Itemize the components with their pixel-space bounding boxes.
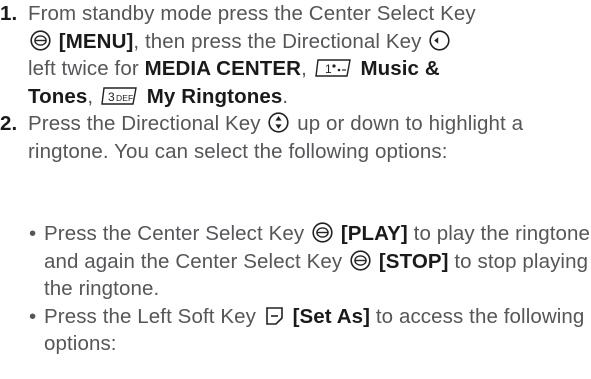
key-3-def-icon: 3 DEF — [101, 86, 139, 106]
step-1-line-3: left twice for MEDIA CENTER, 1 Music & — [28, 55, 585, 83]
key-1-icon: 1 — [314, 58, 353, 78]
option-list: • Press the Center Select Key [PLAY] to … — [28, 220, 591, 358]
directional-updown-key-icon — [268, 112, 290, 133]
center-select-key-icon — [350, 249, 371, 271]
bullet-dot: • — [29, 304, 37, 328]
step-2: 2. Press the Directional Key up or down … — [0, 110, 585, 165]
bullet-text: Press the Center Select Key — [44, 222, 305, 245]
directional-left-key-icon — [429, 29, 450, 51]
step-text: From standby mode press the Center Selec… — [28, 2, 476, 25]
step-text: , then press the Directional Key — [133, 29, 422, 53]
step-text: , — [87, 84, 94, 108]
step-text: . — [282, 84, 289, 108]
center-select-key-icon — [30, 29, 51, 51]
key-3-letters: DEF — [116, 93, 133, 103]
step-number: 1. — [0, 2, 18, 25]
step-number: 2. — [0, 112, 18, 135]
step-text: Press the Directional Key — [28, 112, 261, 135]
set-as-key-label: [Set As] — [292, 304, 371, 328]
play-key-label: [PLAY] — [340, 222, 408, 245]
list-item: • Press the Left Soft Key [Set As] to ac… — [28, 303, 591, 358]
step-text: left twice for — [28, 57, 139, 81]
step-1-line-1: From standby mode press the Center Selec… — [28, 0, 585, 28]
key-1-digit: 1 — [325, 62, 332, 76]
step-1-line-2: [MENU], then press the Directional Key — [28, 28, 585, 56]
stop-key-label: [STOP] — [378, 249, 449, 273]
bullet-dot: • — [29, 222, 37, 245]
my-ringtones-label: My Ringtones — [146, 84, 283, 108]
media-center-label: MEDIA CENTER — [144, 57, 302, 81]
left-soft-key-icon — [264, 305, 285, 326]
key-3-digit: 3 — [108, 90, 115, 104]
step-1-line-4: Tones, 3 DEF My Ringtones. — [28, 83, 585, 111]
step-text: , — [301, 57, 307, 81]
tones-label: Tones — [28, 84, 88, 108]
list-item: • Press the Center Select Key [PLAY] to … — [28, 220, 591, 303]
menu-key-label: [MENU] — [58, 29, 134, 53]
bullet-text: Press the Left Soft Key — [44, 304, 256, 328]
manual-page: 1. From standby mode press the Center Se… — [0, 0, 591, 379]
step-1: 1. From standby mode press the Center Se… — [0, 0, 585, 110]
center-select-key-icon — [312, 222, 333, 243]
music-tones-label: Music & — [360, 57, 440, 81]
